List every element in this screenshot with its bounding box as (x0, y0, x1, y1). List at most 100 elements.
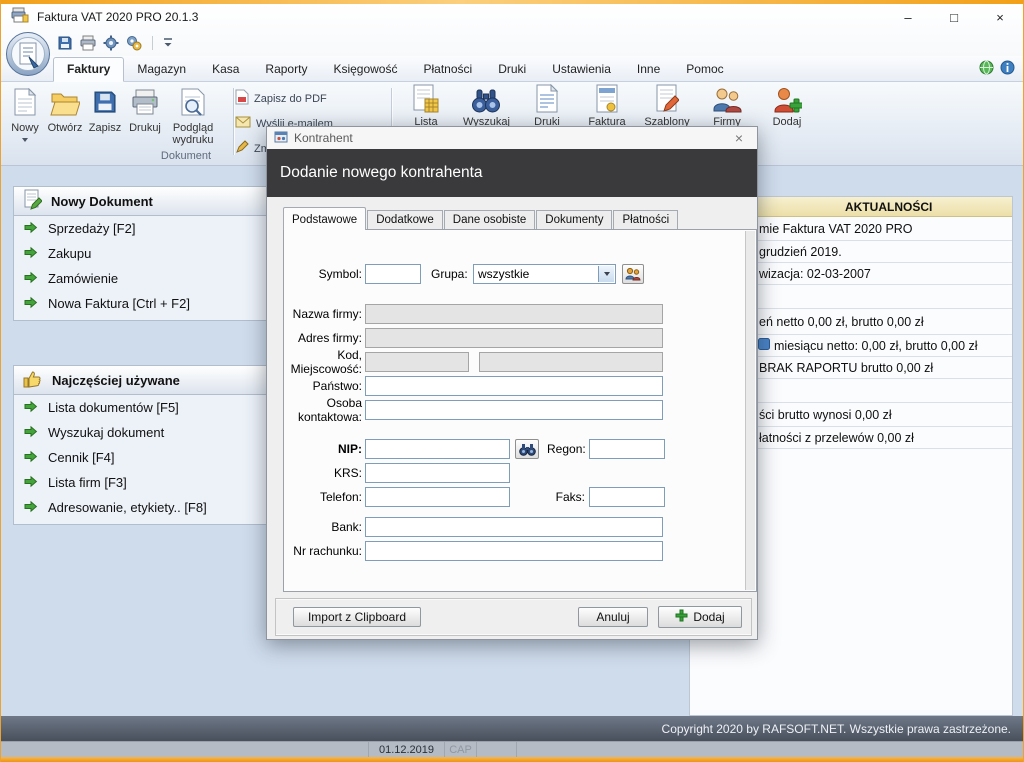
dialog-scrollbar[interactable] (745, 231, 755, 590)
grupa-label: Grupa: (431, 267, 469, 281)
regon-input[interactable] (589, 439, 665, 459)
settings-gear-icon[interactable] (103, 35, 119, 51)
symbol-label: Symbol: (284, 267, 365, 281)
tab-magazyn[interactable]: Magazyn (124, 58, 199, 81)
item-label: Nowa Faktura [Ctrl + F2] (48, 296, 190, 311)
tab-dodatkowe[interactable]: Dodatkowe (367, 210, 443, 229)
firmy-button[interactable]: Firmy (704, 84, 750, 128)
faktura-button[interactable]: Faktura (584, 84, 630, 128)
item-label: Lista firm [F3] (48, 475, 127, 490)
dialog-close-button[interactable]: × (725, 129, 753, 147)
news-text: BRAK RAPORTU brutto 0,00 zł (759, 361, 933, 375)
szablony-button[interactable]: Szablony (644, 84, 690, 128)
news-text: grudzień 2019. (759, 245, 842, 259)
close-button[interactable]: × (977, 4, 1023, 30)
sidebar-item-nowa-faktura[interactable]: Nowa Faktura [Ctrl + F2] (14, 291, 308, 316)
nowy-label: Nowy (11, 122, 39, 134)
osoba-kontaktowa-input[interactable] (365, 400, 663, 420)
customize-toolbar-icon[interactable] (163, 37, 173, 49)
drukuj-button[interactable]: Drukuj (125, 84, 165, 150)
tab-platnosci-dialog[interactable]: Płatności (613, 210, 678, 229)
info-icon[interactable] (1000, 60, 1015, 80)
print-icon[interactable] (80, 35, 96, 51)
save-floppy-icon (92, 88, 118, 119)
anuluj-button[interactable]: Anuluj (578, 607, 648, 627)
zapisz-do-pdf-button[interactable]: Zapisz do PDF (235, 86, 385, 111)
tools-icon[interactable] (126, 35, 142, 51)
adres-firmy-label: Adres firmy: (284, 331, 365, 345)
dialog-titlebar[interactable]: Kontrahent × (267, 127, 757, 149)
sidebar-item-adresowanie[interactable]: Adresowanie, etykiety.. [F8] (14, 495, 308, 520)
grupa-manage-button[interactable] (622, 264, 644, 284)
sidebar-item-lista-dokumentow[interactable]: Lista dokumentów [F5] (14, 395, 308, 420)
tab-pomoc[interactable]: Pomoc (673, 58, 736, 81)
toolbar-separator (152, 36, 153, 50)
najczesciej-uzywane-group: Najczęściej używane Lista dokumentów [F5… (13, 365, 309, 525)
bank-label: Bank: (284, 520, 365, 534)
dodaj-button[interactable]: Dodaj (764, 84, 810, 128)
podglad-wydruku-button[interactable]: Podgląd wydruku (165, 84, 221, 150)
panstwo-input[interactable] (365, 376, 663, 396)
ribbon-document-group: Nowy Otwórz Zapisz Drukuj Podgląd wydruk… (5, 84, 221, 150)
otworz-button[interactable]: Otwórz (45, 84, 85, 150)
copyright-text: Copyright 2020 by RAFSOFT.NET. Wszystkie… (662, 722, 1011, 736)
krs-input[interactable] (365, 463, 510, 483)
sidebar-item-zamowienie[interactable]: Zamówienie (14, 266, 308, 291)
lista-button[interactable]: Lista (403, 84, 449, 128)
nowy-button[interactable]: Nowy (5, 84, 45, 150)
minimize-button[interactable]: – (885, 4, 931, 30)
save-icon[interactable] (57, 35, 73, 51)
maximize-button[interactable]: □ (931, 4, 977, 30)
telefon-input[interactable] (365, 487, 510, 507)
quick-access-toolbar (57, 32, 173, 54)
bank-input[interactable] (365, 517, 663, 537)
nr-rachunku-label: Nr rachunku: (284, 544, 365, 558)
sidebar-item-wyszukaj-dokument[interactable]: Wyszukaj dokument (14, 420, 308, 445)
statusbar: 01.12.2019 CAP (1, 741, 1023, 757)
druki-button[interactable]: Druki (524, 84, 570, 128)
tab-platnosci[interactable]: Płatności (410, 58, 485, 81)
tab-inne[interactable]: Inne (624, 58, 673, 81)
dialog-title-text: Kontrahent (294, 131, 353, 145)
sidebar-item-sprzedazy[interactable]: Sprzedaży [F2] (14, 216, 308, 241)
regon-label: Regon: (547, 442, 589, 456)
dropdown-arrow-icon[interactable] (598, 266, 614, 282)
tab-raporty[interactable]: Raporty (252, 58, 320, 81)
faks-label: Faks: (547, 490, 589, 504)
tab-druki[interactable]: Druki (485, 58, 539, 81)
group-title: Najczęściej używane (52, 373, 180, 388)
tab-ksiegowosc[interactable]: Księgowość (320, 58, 410, 81)
nip-input[interactable] (365, 439, 510, 459)
tab-dane-osobiste[interactable]: Dane osobiste (444, 210, 536, 229)
sidebar-item-zakupu[interactable]: Zakupu (14, 241, 308, 266)
globe-icon[interactable] (979, 60, 994, 80)
faks-input[interactable] (589, 487, 665, 507)
item-label: Lista dokumentów [F5] (48, 400, 179, 415)
sidebar-item-lista-firm[interactable]: Lista firm [F3] (14, 470, 308, 495)
window-title: Faktura VAT 2020 PRO 20.1.3 (37, 10, 198, 24)
tab-dokumenty[interactable]: Dokumenty (536, 210, 612, 229)
grupa-select[interactable]: wszystkie (473, 264, 616, 284)
sidebar-item-cennik[interactable]: Cennik [F4] (14, 445, 308, 470)
binoculars-icon (471, 84, 501, 114)
statusbar-panel (477, 742, 517, 757)
wyszukaj-button[interactable]: Wyszukaj (463, 84, 510, 128)
kontrahent-icon (274, 130, 288, 147)
podglad-label: Podgląd wydruku (167, 122, 219, 146)
tab-podstawowe[interactable]: Podstawowe (283, 207, 366, 230)
pencil-icon (235, 140, 249, 157)
thumbs-up-icon (23, 369, 43, 392)
nip-search-button[interactable] (515, 439, 539, 459)
import-clipboard-button[interactable]: Import z Clipboard (293, 607, 421, 627)
green-arrow-icon (23, 399, 38, 417)
new-document-icon (13, 88, 37, 119)
tab-kasa[interactable]: Kasa (199, 58, 252, 81)
tab-ustawienia[interactable]: Ustawienia (539, 58, 624, 81)
dodaj-submit-button[interactable]: Dodaj (658, 606, 742, 628)
nr-rachunku-input[interactable] (365, 541, 663, 561)
dialog-footer: Import z Clipboard Anuluj Dodaj (275, 598, 752, 636)
symbol-input[interactable] (365, 264, 421, 284)
zapisz-button[interactable]: Zapisz (85, 84, 125, 150)
document-pencil-icon (23, 189, 42, 213)
tab-faktury[interactable]: Faktury (53, 57, 124, 82)
